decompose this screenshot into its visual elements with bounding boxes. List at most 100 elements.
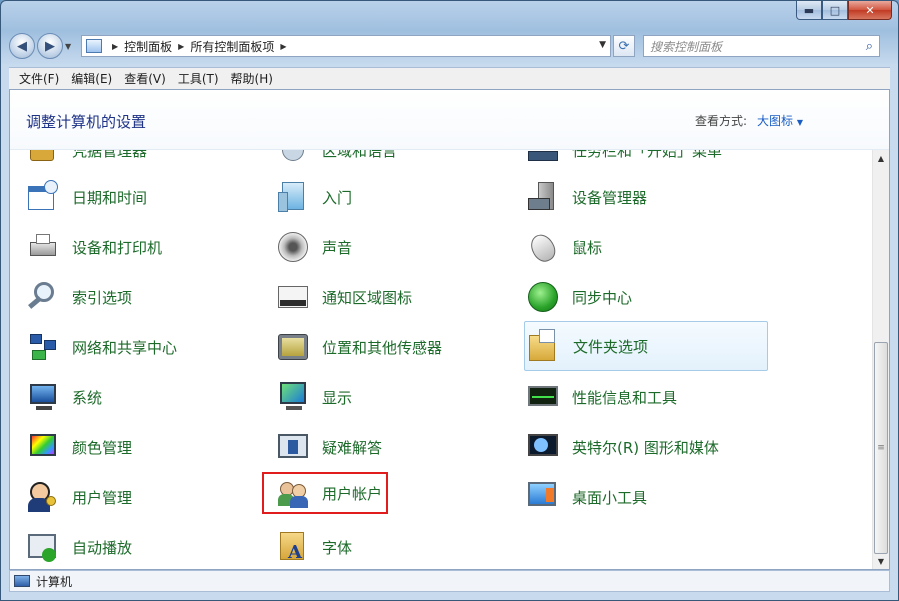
item-label: 鼠标 — [572, 238, 603, 257]
item-label: 英特尔(R) 图形和媒体 — [572, 438, 719, 457]
calendar-clock-icon — [26, 180, 60, 214]
location-sensor-icon — [276, 330, 310, 364]
network-icon — [26, 330, 60, 364]
navigation-bar: ◀ ▶ ▼ ▶ 控制面板 ▶ 所有控制面板项 ▶ ▼ ⟳ 搜索控制面板 ⌕ — [9, 33, 890, 59]
item-label: 用户管理 — [72, 488, 133, 507]
getting-started-icon — [276, 180, 310, 214]
item-color-management[interactable]: 颜色管理 — [26, 425, 132, 469]
item-label: 同步中心 — [572, 288, 633, 307]
chevron-down-icon: ▼ — [796, 118, 803, 127]
menu-help[interactable]: 帮助(H) — [225, 70, 279, 87]
menu-bar: 文件(F) 编辑(E) 查看(V) 工具(T) 帮助(H) — [9, 67, 890, 89]
item-sync-center[interactable]: 同步中心 — [526, 275, 632, 319]
item-location-sensors[interactable]: 位置和其他传感器 — [276, 325, 442, 369]
indexing-magnifier-icon — [26, 280, 60, 314]
item-intel-graphics[interactable]: 英特尔(R) 图形和媒体 — [526, 425, 719, 469]
partial-item[interactable]: 区域和语言 — [276, 150, 397, 172]
item-folder-options[interactable]: 文件夹选项 — [524, 321, 768, 371]
control-panel-window: ▬ □ ✕ ◀ ▶ ▼ ▶ 控制面板 ▶ 所有控制面板项 ▶ ▼ ⟳ 搜索控制面… — [0, 0, 899, 601]
item-getting-started[interactable]: 入门 — [276, 175, 352, 219]
back-button[interactable]: ◀ — [9, 33, 35, 59]
item-mouse[interactable]: 鼠标 — [526, 225, 602, 269]
item-label: 显示 — [322, 388, 353, 407]
address-dropdown-icon[interactable]: ▼ — [599, 40, 606, 50]
minimize-icon: ▬ — [803, 3, 815, 17]
item-device-manager[interactable]: 设备管理器 — [526, 175, 647, 219]
view-by-dropdown[interactable]: 大图标 ▼ — [757, 112, 803, 129]
breadcrumb-separator-icon[interactable]: ▶ — [280, 42, 286, 51]
computer-icon — [14, 575, 30, 587]
item-troubleshooting[interactable]: 疑难解答 — [276, 425, 382, 469]
menu-view[interactable]: 查看(V) — [118, 70, 172, 87]
folder-options-icon — [527, 329, 561, 363]
search-placeholder: 搜索控制面板 — [650, 39, 723, 54]
color-management-icon — [26, 430, 60, 464]
menu-edit[interactable]: 编辑(E) — [65, 70, 118, 87]
close-button[interactable]: ✕ — [848, 1, 892, 20]
region-language-icon — [276, 150, 310, 167]
item-label: 日期和时间 — [72, 188, 148, 207]
refresh-icon: ⟳ — [618, 38, 630, 54]
search-icon[interactable]: ⌕ — [866, 39, 873, 54]
breadcrumb-separator-icon[interactable]: ▶ — [178, 42, 184, 51]
item-label: 网络和共享中心 — [72, 338, 178, 357]
partial-item[interactable]: 任务栏和「开始」菜单 — [526, 150, 722, 172]
forward-arrow-icon: ▶ — [45, 38, 55, 54]
item-user-management[interactable]: 用户管理 — [26, 475, 132, 519]
item-fonts[interactable]: A 字体 — [276, 525, 352, 569]
item-date-time[interactable]: 日期和时间 — [26, 175, 147, 219]
search-box[interactable]: 搜索控制面板 ⌕ — [643, 35, 880, 57]
breadcrumb-all-items[interactable]: 所有控制面板项 — [190, 38, 274, 55]
autoplay-icon — [26, 530, 60, 564]
recent-pages-dropdown[interactable]: ▼ — [65, 42, 77, 51]
intel-graphics-icon — [526, 430, 560, 464]
menu-file[interactable]: 文件(F) — [13, 70, 65, 87]
breadcrumb-separator-icon[interactable]: ▶ — [112, 42, 118, 51]
item-label: 性能信息和工具 — [572, 388, 678, 407]
item-performance[interactable]: 性能信息和工具 — [526, 375, 677, 419]
minimize-button[interactable]: ▬ — [796, 1, 822, 20]
item-devices-printers[interactable]: 设备和打印机 — [26, 225, 162, 269]
desktop-gadgets-icon — [526, 480, 560, 514]
back-arrow-icon: ◀ — [17, 38, 27, 54]
item-autoplay[interactable]: 自动播放 — [26, 525, 132, 569]
sync-icon — [526, 280, 560, 314]
item-network-sharing[interactable]: 网络和共享中心 — [26, 325, 177, 369]
speaker-icon — [276, 230, 310, 264]
address-bar[interactable]: ▶ 控制面板 ▶ 所有控制面板项 ▶ ▼ — [81, 35, 611, 57]
item-system[interactable]: 系统 — [26, 375, 102, 419]
scroll-up-icon[interactable]: ▲ — [873, 150, 889, 166]
item-label: 设备管理器 — [572, 188, 648, 207]
vertical-scrollbar[interactable]: ▲ ≡ ▼ — [872, 150, 889, 569]
caption-buttons: ▬ □ ✕ — [796, 1, 892, 21]
item-sound[interactable]: 声音 — [276, 225, 352, 269]
maximize-button[interactable]: □ — [822, 1, 848, 20]
performance-icon — [526, 380, 560, 414]
breadcrumb-control-panel[interactable]: 控制面板 — [124, 38, 172, 55]
scroll-thumb[interactable]: ≡ — [874, 342, 888, 554]
item-label: 颜色管理 — [72, 438, 133, 457]
item-label: 字体 — [322, 538, 353, 557]
taskbar-icon — [526, 150, 560, 167]
menu-tools[interactable]: 工具(T) — [172, 70, 225, 87]
item-label: 任务栏和「开始」菜单 — [572, 150, 723, 160]
partial-item[interactable]: 凭据管理器 — [26, 150, 147, 172]
system-computer-icon — [26, 380, 60, 414]
view-by-value: 大图标 — [757, 114, 794, 128]
item-label: 入门 — [322, 188, 353, 207]
item-user-accounts[interactable]: 用户帐户 — [262, 472, 388, 514]
item-label: 疑难解答 — [322, 438, 383, 457]
item-label: 自动播放 — [72, 538, 133, 557]
refresh-button[interactable]: ⟳ — [613, 35, 635, 57]
content-pane: 调整计算机的设置 查看方式: 大图标 ▼ 凭据管理器 区域和语言 任务栏和「开始… — [9, 89, 890, 570]
item-desktop-gadgets[interactable]: 桌面小工具 — [526, 475, 647, 519]
item-label: 区域和语言 — [322, 150, 398, 160]
forward-button[interactable]: ▶ — [37, 33, 63, 59]
item-indexing-options[interactable]: 索引选项 — [26, 275, 132, 319]
item-notification-icons[interactable]: 通知区域图标 — [276, 275, 412, 319]
item-display[interactable]: 显示 — [276, 375, 352, 419]
device-manager-icon — [526, 180, 560, 214]
item-label: 声音 — [322, 238, 353, 257]
fonts-icon: A — [276, 530, 310, 564]
scroll-down-icon[interactable]: ▼ — [873, 553, 889, 569]
